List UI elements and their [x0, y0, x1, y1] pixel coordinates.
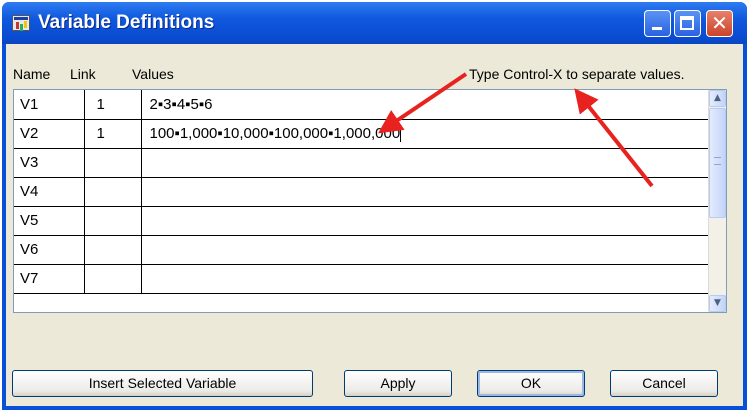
values-cell[interactable]	[140, 176, 711, 207]
maximize-icon	[680, 16, 694, 30]
values-cell[interactable]	[140, 205, 711, 236]
name-cell[interactable]: V5	[14, 205, 85, 236]
column-header-link: Link	[70, 66, 96, 82]
link-cell[interactable]	[83, 205, 142, 236]
table-row[interactable]: V5	[14, 205, 711, 236]
close-icon: ✕	[711, 11, 728, 35]
name-cell[interactable]: V1	[14, 90, 85, 120]
ok-button[interactable]: OK	[477, 370, 585, 397]
text-cursor	[400, 126, 402, 143]
table-row[interactable]: V2 1 100▪1,000▪10,000▪100,000▪1,000,000	[14, 118, 711, 149]
link-cell[interactable]	[83, 263, 142, 294]
cancel-button[interactable]: Cancel	[610, 370, 718, 397]
column-header-name: Name	[13, 66, 51, 82]
hint-text: Type Control-X to separate values.	[469, 66, 685, 82]
variables-table: V1 1 2▪3▪4▪5▪6 V2 1 100▪1,000▪10,000▪100…	[14, 90, 711, 294]
minimize-icon	[652, 27, 662, 30]
title-bar[interactable]: Variable Definitions ✕	[2, 2, 747, 44]
values-cell[interactable]	[140, 234, 711, 265]
name-cell[interactable]: V6	[14, 234, 85, 265]
table-row[interactable]: V7	[14, 263, 711, 294]
apply-button[interactable]: Apply	[344, 370, 452, 397]
chevron-up-icon: ▲	[714, 93, 721, 103]
variable-definitions-window: Variable Definitions ✕ Name Link Values …	[2, 2, 747, 410]
maximize-button[interactable]	[674, 10, 701, 37]
link-cell[interactable]: 1	[83, 118, 142, 149]
app-icon	[12, 15, 30, 31]
values-cell-text: 100▪1,000▪10,000▪100,000▪1,000,000	[149, 124, 401, 142]
table-row[interactable]: V3	[14, 147, 711, 178]
scroll-up-button[interactable]: ▲	[709, 90, 726, 107]
variables-grid: V1 1 2▪3▪4▪5▪6 V2 1 100▪1,000▪10,000▪100…	[13, 89, 727, 313]
name-cell[interactable]: V3	[14, 147, 85, 178]
chevron-down-icon: ▼	[714, 298, 721, 308]
link-cell[interactable]	[83, 147, 142, 178]
insert-selected-variable-button[interactable]: Insert Selected Variable	[12, 370, 313, 397]
vertical-scrollbar[interactable]: ▲ ▼	[708, 90, 726, 312]
name-cell[interactable]: V4	[14, 176, 85, 207]
minimize-button[interactable]	[644, 10, 671, 37]
column-header-values: Values	[132, 66, 174, 82]
dialog-body: Name Link Values Type Control-X to separ…	[6, 44, 743, 406]
values-cell[interactable]	[140, 263, 711, 294]
link-cell[interactable]	[83, 234, 142, 265]
link-cell[interactable]	[83, 176, 142, 207]
table-row[interactable]: V6	[14, 234, 711, 265]
name-cell[interactable]: V7	[14, 263, 85, 294]
values-cell[interactable]	[140, 147, 711, 178]
scrollbar-thumb[interactable]	[709, 108, 726, 218]
values-cell-editing[interactable]: 100▪1,000▪10,000▪100,000▪1,000,000	[140, 118, 711, 149]
name-cell[interactable]: V2	[14, 118, 85, 149]
values-cell[interactable]: 2▪3▪4▪5▪6	[140, 90, 711, 120]
table-row[interactable]: V1 1 2▪3▪4▪5▪6	[14, 90, 711, 120]
window-title: Variable Definitions	[38, 12, 215, 33]
link-cell[interactable]: 1	[83, 90, 142, 120]
scroll-down-button[interactable]: ▼	[709, 295, 726, 312]
close-button[interactable]: ✕	[706, 10, 733, 37]
table-row[interactable]: V4	[14, 176, 711, 207]
